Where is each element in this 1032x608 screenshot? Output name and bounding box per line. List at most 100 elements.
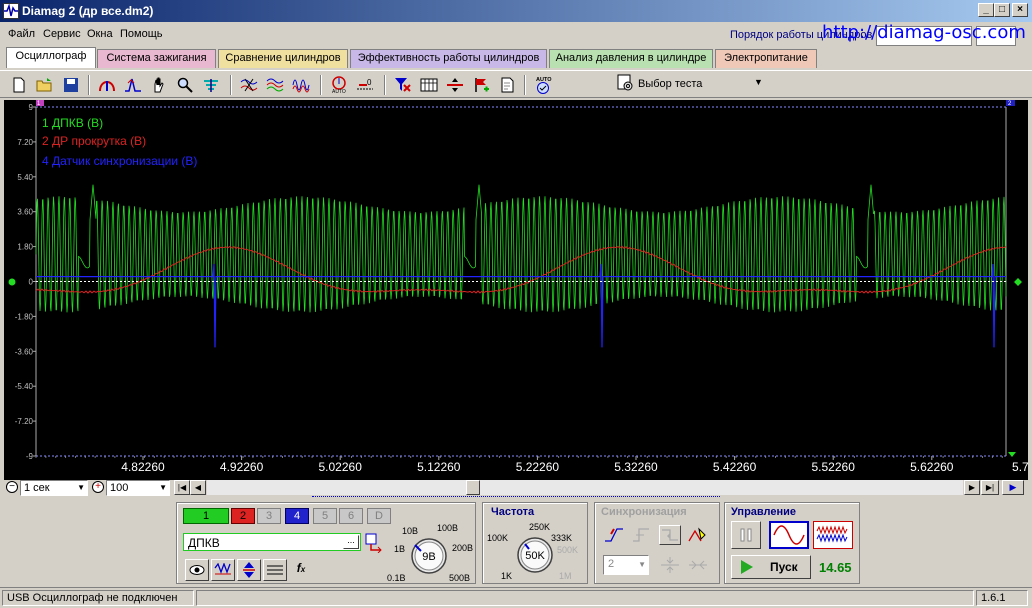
tab-power[interactable]: Электропитание xyxy=(715,49,817,68)
channel-right-marker[interactable] xyxy=(1014,278,1022,286)
channel-button-3[interactable]: 3 xyxy=(257,508,281,524)
toolbar-separator xyxy=(88,75,90,95)
website-url: http://diamag-osc.com xyxy=(822,22,1026,43)
tab-ignition[interactable]: Система зажигания xyxy=(97,49,216,68)
start-button[interactable]: Пуск xyxy=(731,555,811,579)
zoom-select[interactable]: 100 ▼ xyxy=(106,480,170,496)
eye-icon[interactable] xyxy=(185,559,209,581)
probe-icon[interactable] xyxy=(365,533,385,554)
sync-auto-icon[interactable] xyxy=(687,525,709,545)
x-tick-label: 5.62260 xyxy=(910,460,954,474)
auto-scale-icon[interactable]: AUTO xyxy=(328,74,350,96)
save-icon[interactable] xyxy=(60,74,82,96)
frequency-knob-value: 50K xyxy=(525,550,545,562)
new-file-icon[interactable] xyxy=(8,74,30,96)
tab-cylinder-pressure[interactable]: Анализ давления в цилиндре xyxy=(549,49,713,68)
channels1-icon[interactable] xyxy=(238,74,260,96)
pause-button[interactable] xyxy=(731,521,761,549)
freq-label-500k: 500K xyxy=(557,545,578,555)
zoom-icon[interactable] xyxy=(174,74,196,96)
sync-edge-icon[interactable] xyxy=(659,525,681,545)
sync-icon[interactable] xyxy=(122,74,144,96)
y-tick-label: 0 xyxy=(29,278,34,287)
zoom-out-time-icon[interactable]: − xyxy=(6,481,18,493)
scroll-left-button[interactable]: ◀ xyxy=(190,480,206,495)
chevron-down-icon: ▼ xyxy=(754,77,763,87)
zoom-in-time-icon[interactable]: + xyxy=(92,481,104,493)
status-bar: USB Осциллограф не подключен 1.6.1 xyxy=(0,587,1032,607)
single-mode-button[interactable] xyxy=(769,521,809,549)
chevron-down-icon: ▼ xyxy=(77,483,85,492)
tab-cylinder-compare[interactable]: Сравнение цилиндров xyxy=(218,49,348,68)
play-right-button[interactable]: ▶ xyxy=(1002,480,1024,495)
oscilloscope-plot[interactable]: 9 7.20 5.40 3.60 1.80 0 -1.80 -3.60 -5.40 -7.20 -9… xyxy=(4,100,1028,480)
filter-icon[interactable] xyxy=(392,74,414,96)
open-file-icon[interactable] xyxy=(34,74,56,96)
test-select[interactable]: Выбор теста ▼ xyxy=(612,73,772,95)
channel1-zero-marker[interactable] xyxy=(8,278,16,286)
scope-bottom-bar: − 1 сек ▼ + 100 ▼ |◀ ◀ ▶ ▶| ▶ xyxy=(0,479,1032,497)
zero-icon[interactable]: 0 xyxy=(354,74,376,96)
scroll-right-button[interactable]: ▶ xyxy=(964,480,980,495)
sync-channel-select[interactable]: 2 ▼ xyxy=(603,555,649,575)
menu-service[interactable]: Сервис xyxy=(43,28,81,40)
tab-bar: Осциллограф Система зажигания Сравнение … xyxy=(0,46,1032,68)
sync-offset-icon[interactable] xyxy=(687,555,709,575)
tab-cylinder-efficiency[interactable]: Эффективность работы цилиндров xyxy=(350,49,547,68)
marker-icon[interactable] xyxy=(470,74,492,96)
menu-file[interactable]: Файл xyxy=(8,28,35,40)
sync-rising-icon[interactable] xyxy=(603,525,625,545)
time-scrollbar-thumb[interactable] xyxy=(466,480,480,495)
scroll-last-button[interactable]: ▶| xyxy=(981,480,999,495)
time-per-div-select[interactable]: 1 сек ▼ xyxy=(20,480,88,496)
hand-icon[interactable] xyxy=(148,74,170,96)
lines-icon[interactable] xyxy=(263,559,287,581)
channel-button-2[interactable]: 2 xyxy=(231,508,255,524)
menu-help[interactable]: Помощь xyxy=(120,28,163,40)
channel-name-browse-button[interactable]: ... xyxy=(343,535,359,549)
frequency-knob[interactable]: 50K 250K 100K 333K 500K 1K 1M xyxy=(485,519,587,583)
antenna-icon[interactable] xyxy=(200,74,222,96)
notes-icon[interactable] xyxy=(496,74,518,96)
grid-icon[interactable] xyxy=(418,74,440,96)
auto-icon[interactable]: AUTO xyxy=(532,74,554,96)
maximize-button[interactable]: □ xyxy=(994,3,1010,17)
channel-button-5[interactable]: 5 xyxy=(313,508,337,524)
toolbar-separator xyxy=(230,75,232,95)
channels2-icon[interactable] xyxy=(264,74,286,96)
sync-falling-icon[interactable] xyxy=(631,525,653,545)
scroll-first-button[interactable]: |◀ xyxy=(174,480,190,495)
freq-label-1m: 1M xyxy=(559,571,572,581)
gear-icon xyxy=(616,74,634,95)
volt-knob[interactable]: 9В 10В 100В 1В 200В 0.1В 500В xyxy=(383,523,475,585)
cursor-icon[interactable] xyxy=(444,74,466,96)
y-tick-label: -9 xyxy=(26,452,34,461)
volt-label-100v: 100В xyxy=(437,523,458,533)
close-button[interactable]: × xyxy=(1012,3,1028,17)
channel-button-d[interactable]: D xyxy=(367,508,391,524)
signal-invert-icon[interactable] xyxy=(211,559,235,581)
ignition-icon[interactable] xyxy=(96,74,118,96)
sync-level-icon[interactable] xyxy=(659,555,681,575)
channel-name-field[interactable]: ДПКВ xyxy=(183,533,361,551)
tab-oscilloscope[interactable]: Осциллограф xyxy=(6,47,96,68)
y-tick-label: 3.60 xyxy=(17,208,33,217)
channel-bottom-marker[interactable] xyxy=(1008,452,1016,457)
x-tick-label: 4.82260 xyxy=(121,460,165,474)
control-title: Управление xyxy=(731,506,797,518)
chevron-down-icon: ▼ xyxy=(638,560,646,569)
menu-windows[interactable]: Окна xyxy=(87,28,113,40)
y-tick-label: -3.60 xyxy=(15,347,34,356)
continuous-mode-button[interactable] xyxy=(813,521,853,549)
function-icon[interactable]: fx xyxy=(291,561,311,579)
minimize-button[interactable]: _ xyxy=(978,3,994,17)
channel-button-1[interactable]: 1 xyxy=(183,508,229,524)
channel-button-6[interactable]: 6 xyxy=(339,508,363,524)
vertical-position-icon[interactable] xyxy=(237,559,261,581)
toolbar: AUTO 0 AUTO xyxy=(0,70,1032,98)
toolbar-separator xyxy=(524,75,526,95)
channels3-icon[interactable] xyxy=(290,74,312,96)
sync-title: Синхронизация xyxy=(601,506,687,518)
channel-button-4[interactable]: 4 xyxy=(285,508,309,524)
time-scrollbar-track[interactable] xyxy=(207,480,963,495)
